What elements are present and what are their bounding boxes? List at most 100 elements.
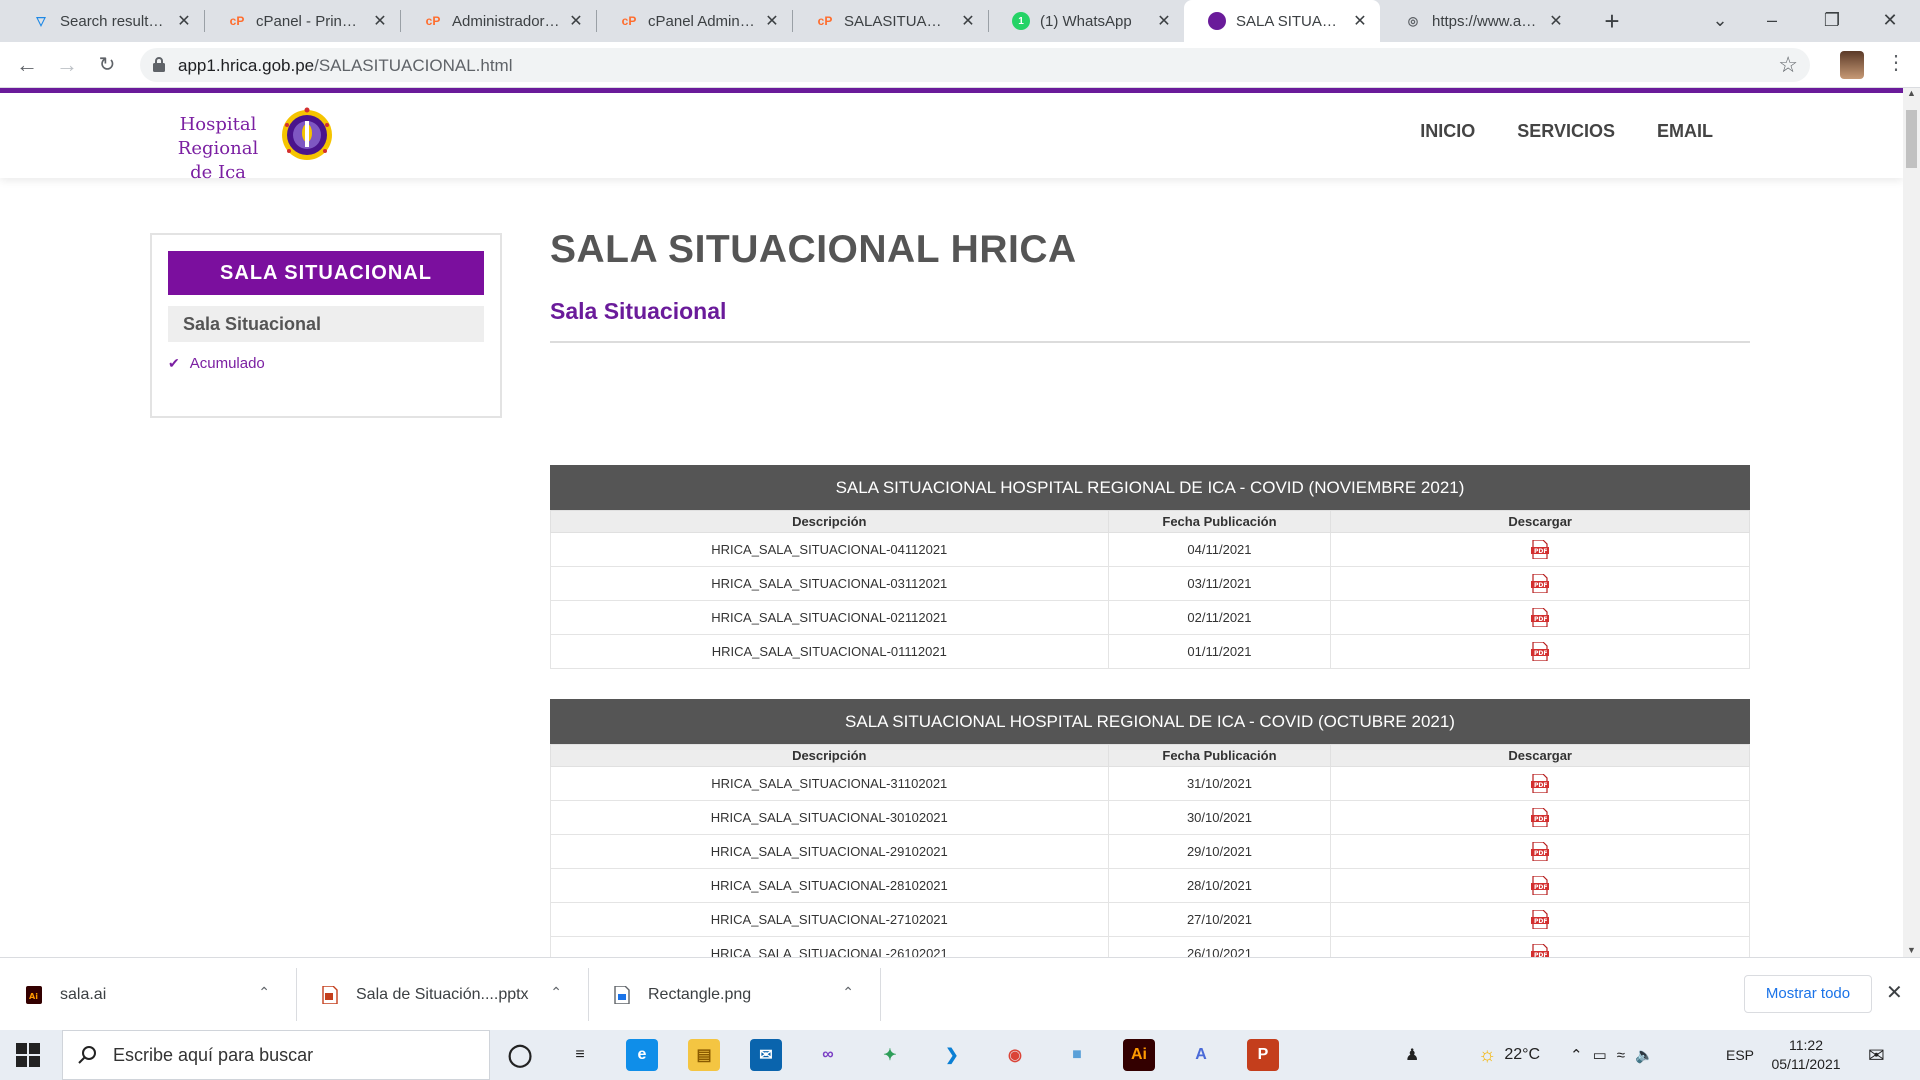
pdf-icon: PDF [1531,642,1550,661]
chevron-up-icon[interactable]: ⌃ [842,984,854,1001]
timeline-icon[interactable]: ≡ [564,1039,596,1071]
section-subtitle: Sala Situacional [550,298,727,324]
tab-separator [400,10,401,32]
close-tab-icon[interactable]: ✕ [566,11,586,31]
close-tab-icon[interactable]: ✕ [174,11,194,31]
tab-title: SALA SITUACION [1236,12,1344,30]
download-item-rectangle-png[interactable]: Rectangle.png ⌃ [588,958,880,1031]
people-icon[interactable]: ♟ [1405,1030,1419,1080]
tab-3[interactable]: cP cPanel Administra ✕ [596,0,792,42]
vscode-icon[interactable]: ❯ [936,1039,968,1071]
close-tab-icon[interactable]: ✕ [958,11,978,31]
divider [880,968,881,1021]
show-all-downloads-button[interactable]: Mostrar todo [1744,975,1872,1013]
download-pdf-link[interactable]: PDF [1531,774,1550,793]
tab-search-icon[interactable]: ⌄ [1690,0,1750,42]
weather-widget[interactable]: ☼ 22°C [1478,1030,1540,1080]
volume-icon[interactable]: 🔈 [1635,1046,1654,1064]
row-download: PDF [1330,766,1750,801]
bookmark-star-icon[interactable]: ☆ [1778,52,1798,78]
row-description: HRICA_SALA_SITUACIONAL-02112021 [550,600,1109,635]
download-filename: sala.ai [60,985,107,1003]
pdf-icon: PDF [1531,910,1550,929]
download-pdf-link[interactable]: PDF [1531,608,1550,627]
chevron-up-icon[interactable]: ⌃ [550,984,562,1001]
download-pdf-link[interactable]: PDF [1531,910,1550,929]
chevron-up-icon[interactable]: ⌃ [1570,1046,1583,1064]
row-date: 01/11/2021 [1107,634,1332,669]
tab-7[interactable]: ◎ https://www.app1 ✕ [1380,0,1576,42]
tab-0[interactable]: ▽ Search results for ✕ [8,0,204,42]
search-icon [78,1046,96,1064]
tab-4[interactable]: cP SALASITUACION/ ✕ [792,0,988,42]
close-tab-icon[interactable]: ✕ [370,11,390,31]
reload-button[interactable]: ↻ [92,50,122,80]
chevron-up-icon[interactable]: ⌃ [258,984,270,1001]
language-indicator[interactable]: ESP [1726,1030,1754,1080]
row-date: 28/10/2021 [1107,868,1332,903]
maximize-button[interactable]: ❐ [1802,0,1862,42]
minimize-button[interactable]: – [1742,0,1802,42]
notifications-icon[interactable]: ✉ [1868,1030,1885,1080]
visual-studio-icon[interactable]: ∞ [812,1039,844,1071]
svg-text:PDF: PDF [1534,650,1547,657]
tab-5[interactable]: 1 (1) WhatsApp ✕ [988,0,1184,42]
close-tab-icon[interactable]: ✕ [762,11,782,31]
close-tab-icon[interactable]: ✕ [1350,11,1370,31]
download-pdf-link[interactable]: PDF [1531,540,1550,559]
edge-icon[interactable]: e [626,1039,658,1071]
close-tab-icon[interactable]: ✕ [1546,11,1566,31]
taskbar-clock[interactable]: 11:22 05/11/2021 [1766,1036,1846,1074]
powerpoint-icon[interactable]: P [1247,1039,1279,1071]
nav-inicio[interactable]: INICIO [1420,121,1475,142]
teams-icon[interactable]: ✦ [874,1039,906,1071]
download-pdf-link[interactable]: PDF [1531,808,1550,827]
tab-title: SALASITUACION/ [844,12,952,30]
page-scrollbar[interactable]: ▲ ▼ [1903,88,1920,957]
hospital-logo[interactable]: Hospital Regional de Ica [153,103,338,183]
nav-email[interactable]: EMAIL [1657,121,1713,142]
chrome-icon[interactable]: ◉ [999,1039,1031,1071]
table-row: HRICA_SALA_SITUACIONAL-29102021 29/10/202… [550,834,1750,869]
download-pdf-link[interactable]: PDF [1531,876,1550,895]
weather-temperature: 22°C [1504,1046,1541,1063]
site-header: Hospital Regional de Ica INICIO SERVICIO… [0,88,1903,183]
scrollbar-thumb[interactable] [1906,110,1917,168]
tab-6[interactable]: SALA SITUACION ✕ [1184,0,1380,42]
new-tab-button[interactable]: + [1597,6,1627,36]
windows-start-icon[interactable] [16,1043,40,1067]
address-bar[interactable]: app1.hrica.gob.pe/SALASITUACIONAL.html ☆ [140,48,1810,82]
illustrator-file-icon: Ai [26,985,42,1004]
network-icon[interactable]: ≈ [1617,1047,1625,1064]
download-item-sala-ai[interactable]: Ai sala.ai ⌃ [0,958,296,1031]
download-pdf-link[interactable]: PDF [1531,642,1550,661]
taskbar-search-box[interactable]: Escribe aquí para buscar [62,1030,490,1080]
scroll-down-arrow-icon[interactable]: ▼ [1907,945,1916,955]
task-view-icon[interactable]: ◯ [504,1039,536,1071]
file-explorer-icon[interactable]: ▤ [688,1039,720,1071]
scroll-up-arrow-icon[interactable]: ▲ [1907,88,1916,98]
table-row: HRICA_SALA_SITUACIONAL-26102021 26/10/202… [550,936,1750,957]
sidebar-item-acumulado[interactable]: ✔ Acumulado [168,355,265,372]
forward-button[interactable]: → [52,50,82,80]
download-pdf-link[interactable]: PDF [1531,944,1550,957]
sidebar-section-sala-situacional[interactable]: Sala Situacional [168,306,484,342]
illustrator-icon[interactable]: Ai [1123,1039,1155,1071]
tab-2[interactable]: cP Administrador de ✕ [400,0,596,42]
back-button[interactable]: ← [12,50,42,80]
tab-1[interactable]: cP cPanel - Principal ✕ [204,0,400,42]
close-icon[interactable]: ✕ [1886,980,1903,1005]
profile-avatar[interactable] [1840,51,1864,79]
logo-text: Hospital Regional de Ica [177,114,259,183]
download-pdf-link[interactable]: PDF [1531,574,1550,593]
nav-servicios[interactable]: SERVICIOS [1517,121,1615,142]
download-pdf-link[interactable]: PDF [1531,842,1550,861]
close-window-button[interactable]: ✕ [1860,0,1920,42]
battery-icon[interactable]: ▭ [1593,1046,1607,1064]
affinity-icon[interactable]: A [1185,1039,1217,1071]
mail-icon[interactable]: ✉ [750,1039,782,1071]
files-icon[interactable]: ■ [1061,1039,1093,1071]
browser-menu-icon[interactable]: ⋮ [1886,50,1906,75]
download-item-pptx[interactable]: Sala de Situación....pptx ⌃ [296,958,588,1031]
close-tab-icon[interactable]: ✕ [1154,11,1174,31]
